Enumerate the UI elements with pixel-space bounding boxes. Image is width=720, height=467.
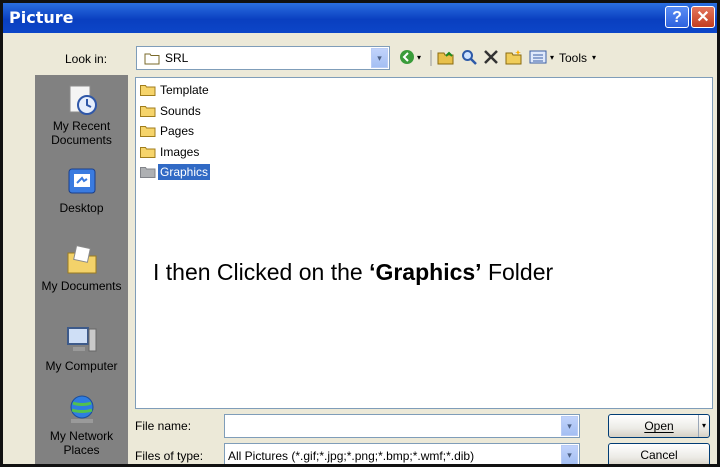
chevron-down-icon[interactable]: ▾ <box>371 48 388 68</box>
desktop-icon <box>65 165 99 199</box>
folder-icon <box>144 52 160 70</box>
tools-menu[interactable]: Tools <box>559 49 587 67</box>
place-label: Desktop <box>59 201 104 215</box>
title-bar: Picture ? ✕ <box>3 3 717 33</box>
look-in-label: Look in: <box>65 52 108 66</box>
my-documents-icon <box>65 243 99 277</box>
place-label: Places <box>63 443 100 457</box>
caption-text-end: Folder <box>481 259 554 285</box>
file-name-input[interactable]: ▾ <box>224 414 580 438</box>
delete-icon[interactable] <box>483 49 499 67</box>
file-name-label: File name: <box>135 419 192 433</box>
chevron-down-icon[interactable]: ▾ <box>561 416 578 436</box>
folder-name: Graphics <box>158 164 211 180</box>
place-my-network-places[interactable]: My Network Places <box>35 393 128 457</box>
place-my-documents[interactable]: My Documents <box>35 243 128 293</box>
folder-icon <box>140 105 156 121</box>
place-my-recent-documents[interactable]: My Recent Documents <box>35 83 128 147</box>
place-desktop[interactable]: Desktop <box>35 165 128 215</box>
tools-dropdown-icon[interactable]: ▾ <box>592 49 596 67</box>
folder-icon <box>140 166 156 182</box>
folder-icon <box>140 146 156 162</box>
files-of-type-select[interactable]: All Pictures (*.gif;*.jpg;*.png;*.bmp;*.… <box>224 443 580 464</box>
place-my-computer[interactable]: My Computer <box>35 323 128 373</box>
open-button-label: Open <box>644 419 674 433</box>
back-icon[interactable] <box>399 49 415 67</box>
file-list[interactable]: Template Sounds Pages Images Graphics <box>135 77 713 409</box>
caption-folder-name: ‘Graphics’ <box>369 259 482 285</box>
place-label: My Network <box>49 429 114 443</box>
files-of-type-value: All Pictures (*.gif;*.jpg;*.png;*.bmp;*.… <box>228 449 475 463</box>
back-dropdown-icon[interactable]: ▾ <box>417 49 421 67</box>
help-button[interactable]: ? <box>665 6 689 28</box>
recent-documents-icon <box>65 83 99 117</box>
open-button[interactable]: Open ▾ <box>608 414 710 438</box>
network-places-icon <box>65 393 99 427</box>
look-in-value: SRL <box>165 51 189 65</box>
views-icon[interactable] <box>529 49 547 67</box>
look-in-combo[interactable]: SRL ▾ <box>136 46 390 70</box>
place-label: Documents <box>51 133 112 147</box>
folder-name: Images <box>160 145 200 159</box>
close-button[interactable]: ✕ <box>691 6 715 28</box>
place-label: My Documents <box>41 279 122 293</box>
annotation-caption: I then Clicked on the ‘Graphics’ Folder <box>153 259 553 286</box>
folder-name: Sounds <box>160 104 201 118</box>
folder-name: Pages <box>160 124 195 138</box>
files-of-type-label: Files of type: <box>135 449 204 463</box>
views-dropdown-icon[interactable]: ▾ <box>550 49 554 67</box>
my-computer-icon <box>65 323 99 357</box>
place-label: My Computer <box>45 359 118 373</box>
folder-name: Template <box>160 83 209 97</box>
caption-text: I then Clicked on the <box>153 259 370 285</box>
folder-icon <box>140 84 156 100</box>
chevron-down-icon[interactable]: ▾ <box>561 445 578 464</box>
picture-dialog: Picture ? ✕ Look in: SRL ▾ ▾ ▾ Tools ▾ M… <box>0 0 720 467</box>
search-web-icon[interactable] <box>461 49 477 67</box>
folder-icon <box>140 125 156 141</box>
window-title: Picture <box>9 8 74 27</box>
cancel-button[interactable]: Cancel <box>608 443 710 464</box>
up-folder-icon[interactable] <box>437 49 455 67</box>
new-folder-icon[interactable] <box>505 49 523 67</box>
separator-icon <box>429 49 433 67</box>
places-bar: My Recent Documents Desktop My Documents… <box>35 75 128 464</box>
place-label: My Recent <box>52 119 111 133</box>
open-dropdown-icon[interactable]: ▾ <box>698 415 709 437</box>
